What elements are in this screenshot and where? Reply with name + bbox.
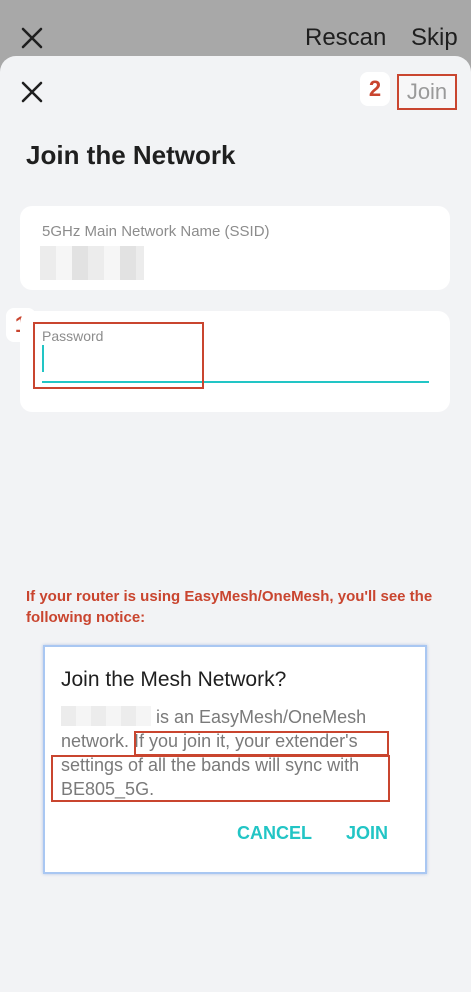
password-highlight-box [33,322,204,389]
network-name-redacted [61,706,151,726]
ssid-value-redacted [40,246,144,280]
cancel-button[interactable]: CANCEL [237,823,312,844]
close-icon[interactable] [20,80,44,104]
join-button[interactable]: Join [397,74,457,110]
sync-text-highlight-a [134,731,389,756]
dialog-title: Join the Mesh Network? [61,668,287,691]
step-2-badge: 2 [360,72,390,106]
mesh-notice-text: If your router is using EasyMesh/OneMesh… [26,588,433,626]
rescan-button[interactable]: Rescan [305,24,386,52]
sync-text-highlight-b [51,755,390,802]
page-title: Join the Network [26,140,236,170]
ssid-label: 5GHz Main Network Name (SSID) [42,223,270,240]
ssid-card: 5GHz Main Network Name (SSID) [20,206,450,290]
skip-button[interactable]: Skip [411,24,458,52]
close-icon[interactable] [20,26,44,50]
dialog-join-button[interactable]: JOIN [346,823,388,844]
